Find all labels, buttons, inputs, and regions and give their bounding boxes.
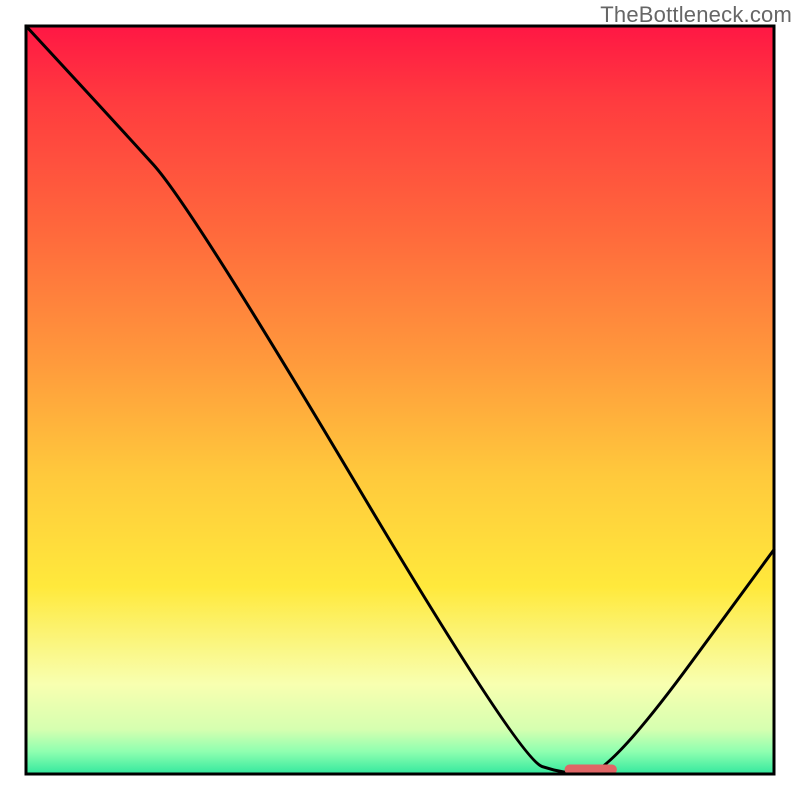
plot-background bbox=[26, 26, 774, 774]
watermark-text: TheBottleneck.com bbox=[600, 2, 792, 28]
chart-container: TheBottleneck.com bbox=[0, 0, 800, 800]
bottleneck-chart bbox=[0, 0, 800, 800]
